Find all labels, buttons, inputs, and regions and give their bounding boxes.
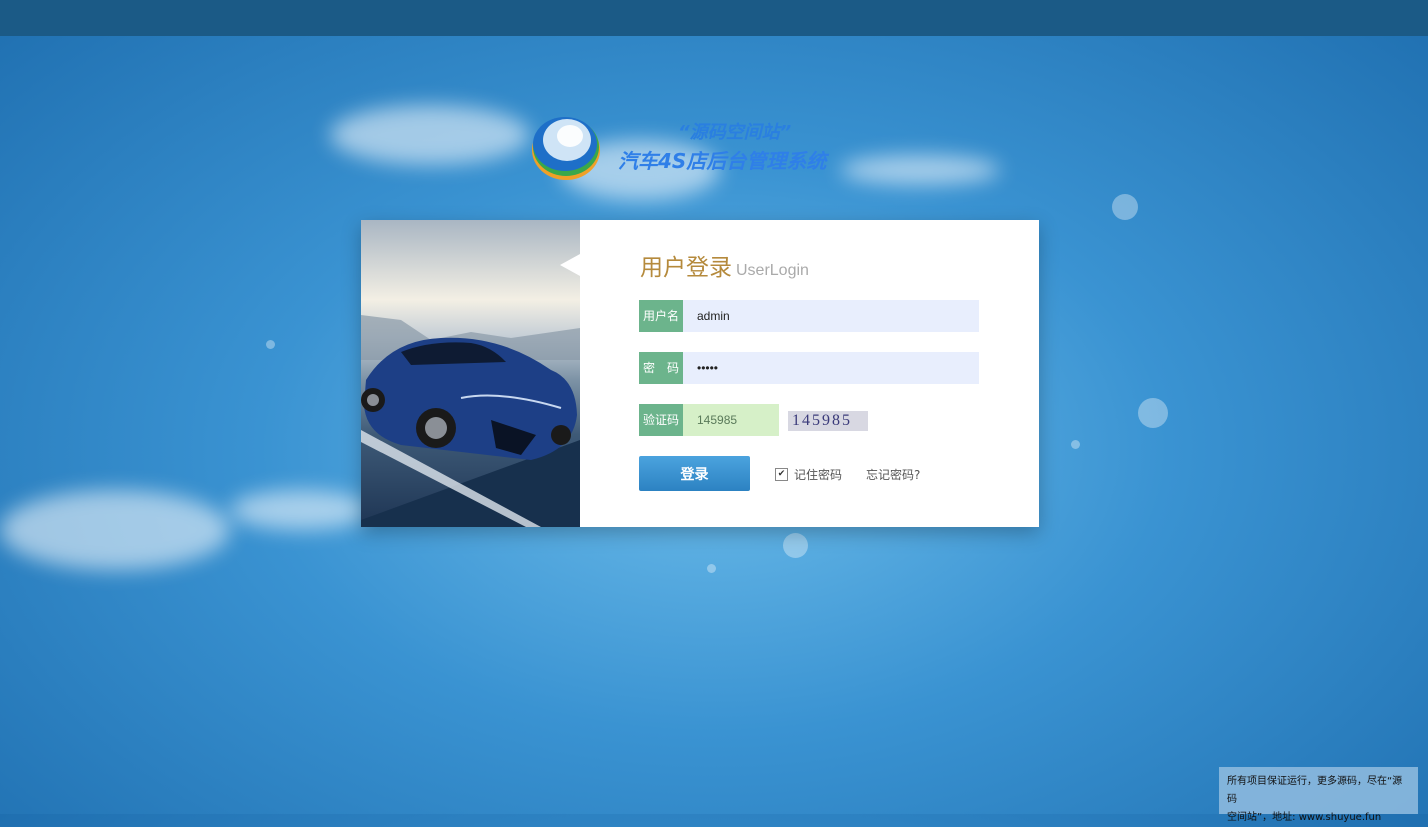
forgot-password-link[interactable]: 忘记密码? — [866, 466, 920, 483]
password-label: 密 码 — [639, 352, 683, 384]
captcha-label: 验证码 — [639, 404, 683, 436]
captcha-input[interactable]: 145985 — [683, 404, 779, 436]
captcha-field: 验证码 145985 — [639, 404, 779, 436]
username-label: 用户名 — [639, 300, 683, 332]
cloud-decoration — [840, 155, 1000, 185]
car-photo — [361, 220, 580, 527]
captcha-image[interactable]: 145985 — [788, 411, 868, 431]
globe-logo-icon — [532, 117, 600, 180]
login-title: 用户登录 UserLogin — [640, 248, 809, 282]
logo-subtitle: “源码空间站” — [678, 122, 792, 143]
password-input[interactable]: ••••• — [683, 352, 979, 384]
remember-checkbox[interactable]: ✔ — [775, 468, 788, 481]
username-field: 用户名 admin — [639, 300, 979, 332]
cloud-decoration — [0, 490, 230, 570]
remember-label: 记住密码 — [794, 468, 843, 482]
bubble-decoration — [1138, 398, 1168, 428]
login-card: 用户登录 UserLogin 用户名 admin 密 码 ••••• 验证码 14… — [361, 220, 1039, 527]
car-image — [361, 315, 580, 527]
logo-title: 汽车4S店后台管理系统 — [618, 149, 827, 173]
bubble-decoration — [266, 340, 275, 349]
top-bar — [0, 0, 1428, 36]
system-logo: “源码空间站” 汽车4S店后台管理系统 — [528, 108, 848, 183]
bubble-decoration — [1112, 194, 1138, 220]
footer-notice: 所有项目保证运行，更多源码，尽在“源码 空间站”，地址: www.shuyue.… — [1219, 767, 1418, 823]
bubble-decoration — [707, 564, 716, 573]
login-title-cn: 用户登录 — [640, 255, 732, 281]
footer-notice-line1: 所有项目保证运行，更多源码，尽在“源码 — [1227, 776, 1403, 805]
bubble-decoration — [1071, 440, 1080, 449]
login-title-en: UserLogin — [736, 262, 809, 279]
bubble-decoration — [783, 533, 808, 558]
username-input[interactable]: admin — [683, 300, 979, 332]
footer-notice-line2[interactable]: 空间站”，地址: www.shuyue.fun — [1227, 809, 1410, 827]
remember-password[interactable]: ✔ 记住密码 — [775, 466, 842, 483]
login-button[interactable]: 登录 — [639, 456, 750, 491]
cloud-decoration — [230, 490, 370, 530]
card-notch — [560, 254, 580, 276]
password-field: 密 码 ••••• — [639, 352, 979, 384]
cloud-decoration — [330, 105, 530, 165]
